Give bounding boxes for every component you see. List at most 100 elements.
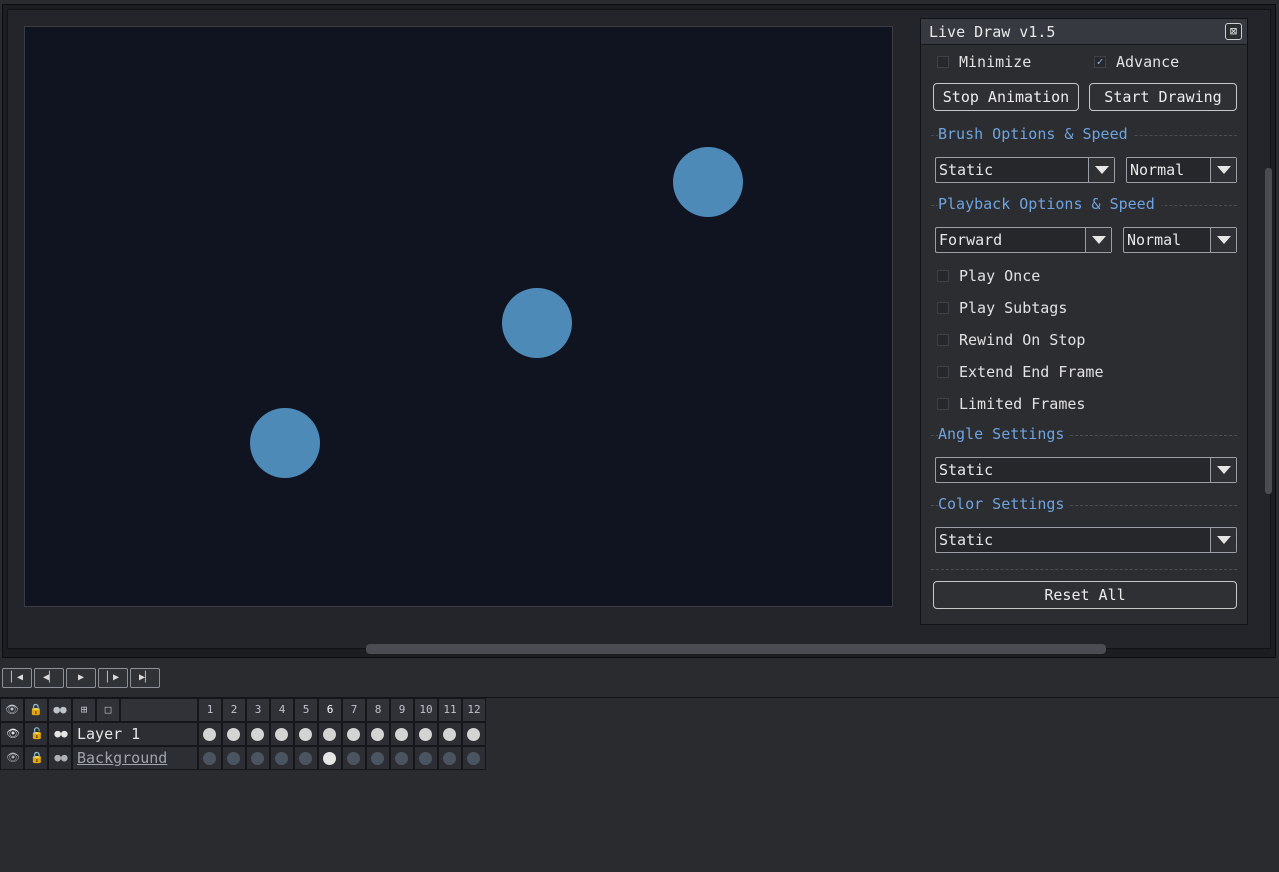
play-once-checkbox[interactable]: Play Once [937,267,1040,285]
cel-dot-icon [251,752,264,765]
footer-divider [931,559,1237,579]
section-heading: Color Settings [938,495,1071,513]
frame-header-7[interactable]: 7 [342,698,366,722]
chevron-down-icon [1088,158,1114,182]
frame-header-1[interactable]: 1 [198,698,222,722]
reset-all-button[interactable]: Reset All [933,581,1237,609]
cel-cell[interactable] [342,746,366,770]
brush-speed-select[interactable]: Normal [1126,157,1237,183]
dialog-titlebar[interactable]: Live Draw v1.5 ⊠ [921,19,1247,45]
layer-visibility-toggle[interactable]: 👁 [0,746,24,770]
vertical-scrollbar[interactable] [1265,168,1272,494]
frame-header-11[interactable]: 11 [438,698,462,722]
frame-header-3[interactable]: 3 [246,698,270,722]
cel-cell[interactable] [366,746,390,770]
frame-header-8[interactable]: 8 [366,698,390,722]
frame-header-6[interactable]: 6 [318,698,342,722]
advance-checkbox[interactable]: ✓ Advance [1094,53,1179,71]
layer-continuous-toggle[interactable]: ●● [48,746,72,770]
lock-icon: 🔒 [30,751,44,764]
cel-dot-icon [467,728,480,741]
cel-cell[interactable] [342,722,366,746]
close-button[interactable]: ⊠ [1225,23,1242,40]
cel-dot-icon [347,752,360,765]
cel-dot-icon [395,728,408,741]
playback-mode-value: Forward [939,231,1003,249]
horizontal-scrollbar[interactable] [366,644,1106,654]
layer-name-cell[interactable]: Layer 1 [72,722,198,746]
cel-cell[interactable] [462,746,486,770]
cel-cell[interactable] [270,746,294,770]
playback-speed-value: Normal [1127,231,1182,249]
eye-icon: 👁 [6,751,20,764]
layer-continuous-toggle[interactable]: ●● [48,722,72,746]
timeline-panel: 👁 🔒 ●● ⊞ □ 1 2 3 4 5 6 7 8 9 10 11 12 👁 🔓 ●● Layer … [0,697,1279,872]
cel-cell[interactable] [246,746,270,770]
minimize-label: Minimize [959,53,1032,71]
frame-header-2[interactable]: 2 [222,698,246,722]
cel-cell[interactable] [462,722,486,746]
advance-label: Advance [1116,53,1180,71]
checkbox-box [937,334,949,346]
new-layer-icon[interactable]: □ [96,698,120,722]
start-drawing-button[interactable]: Start Drawing [1089,83,1237,111]
limited-frames-checkbox[interactable]: Limited Frames [937,395,1085,413]
layer-group-icon[interactable]: ⊞ [72,698,96,722]
layer-name-cell[interactable]: Background [72,746,198,770]
next-frame-button[interactable]: ▏▶ [98,668,128,688]
cel-cell[interactable] [438,746,462,770]
cel-dot-icon [299,728,312,741]
frame-header-4[interactable]: 4 [270,698,294,722]
sprite-canvas[interactable] [24,26,893,607]
cel-dot-icon [443,728,456,741]
frame-header-10[interactable]: 10 [414,698,438,722]
cel-cell[interactable] [414,746,438,770]
cel-cell[interactable] [270,722,294,746]
cel-cell[interactable] [222,722,246,746]
cel-cell[interactable] [246,722,270,746]
frame-header-5[interactable]: 5 [294,698,318,722]
previous-frame-button[interactable]: ◀▏ [34,668,64,688]
playback-speed-select[interactable]: Normal [1123,227,1237,253]
continuous-icon[interactable]: ●● [48,698,72,722]
play-subtags-checkbox[interactable]: Play Subtags [937,299,1067,317]
cel-cell[interactable] [414,722,438,746]
cel-dot-icon [203,752,216,765]
cel-cell[interactable] [294,746,318,770]
eye-icon: 👁 [6,727,20,740]
rewind-on-stop-checkbox[interactable]: Rewind On Stop [937,331,1085,349]
last-frame-button[interactable]: ▶▏ [130,668,160,688]
cel-cell[interactable] [438,722,462,746]
cel-cell[interactable] [294,722,318,746]
color-mode-select[interactable]: Static [935,527,1237,553]
cel-dot-icon [227,752,240,765]
frame-header-12[interactable]: 12 [462,698,486,722]
cel-cell[interactable] [390,722,414,746]
brush-mode-select[interactable]: Static [935,157,1115,183]
angle-mode-select[interactable]: Static [935,457,1237,483]
cel-dot-icon [395,752,408,765]
cel-cell[interactable] [198,746,222,770]
cel-cell[interactable] [366,722,390,746]
playback-mode-select[interactable]: Forward [935,227,1112,253]
stop-animation-button[interactable]: Stop Animation [933,83,1079,111]
chevron-down-icon [1085,228,1111,252]
cel-cell[interactable] [222,746,246,770]
layer-lock-toggle[interactable]: 🔒 [24,746,48,770]
cel-cell[interactable] [198,722,222,746]
chevron-down-icon [1210,158,1236,182]
frame-header-9[interactable]: 9 [390,698,414,722]
first-frame-button[interactable]: ▏◀ [2,668,32,688]
cel-cell[interactable] [318,722,342,746]
checkbox-box [937,302,949,314]
eye-icon[interactable]: 👁 [0,698,24,722]
layer-visibility-toggle[interactable]: 👁 [0,722,24,746]
play-button[interactable]: ▶ [66,668,96,688]
option-label: Play Subtags [959,299,1068,317]
extend-end-frame-checkbox[interactable]: Extend End Frame [937,363,1104,381]
minimize-checkbox[interactable]: Minimize [937,53,1031,71]
layer-lock-toggle[interactable]: 🔓 [24,722,48,746]
lock-icon[interactable]: 🔒 [24,698,48,722]
cel-cell[interactable] [318,746,342,770]
cel-cell[interactable] [390,746,414,770]
